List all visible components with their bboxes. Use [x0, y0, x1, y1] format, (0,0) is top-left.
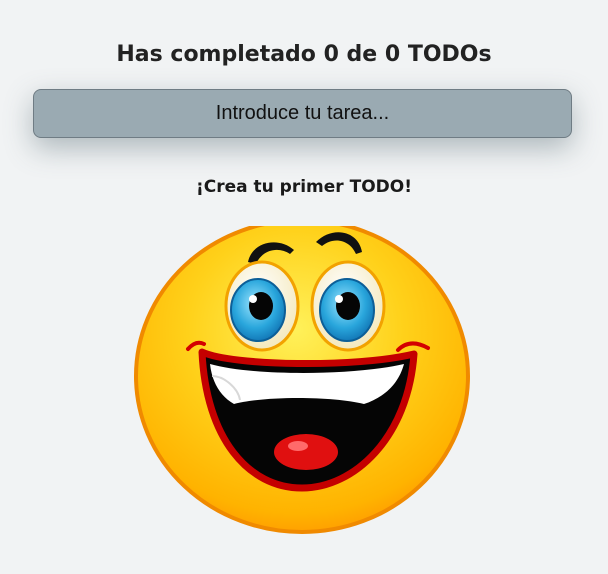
right-eye: [310, 260, 386, 352]
left-eye: [224, 260, 300, 352]
laughing-smiley-icon: [134, 226, 470, 534]
page-title: Has completado 0 de 0 TODOs: [116, 41, 492, 67]
tongue: [274, 434, 338, 470]
task-input[interactable]: [33, 89, 572, 138]
empty-state-message: ¡Crea tu primer TODO!: [196, 177, 412, 197]
